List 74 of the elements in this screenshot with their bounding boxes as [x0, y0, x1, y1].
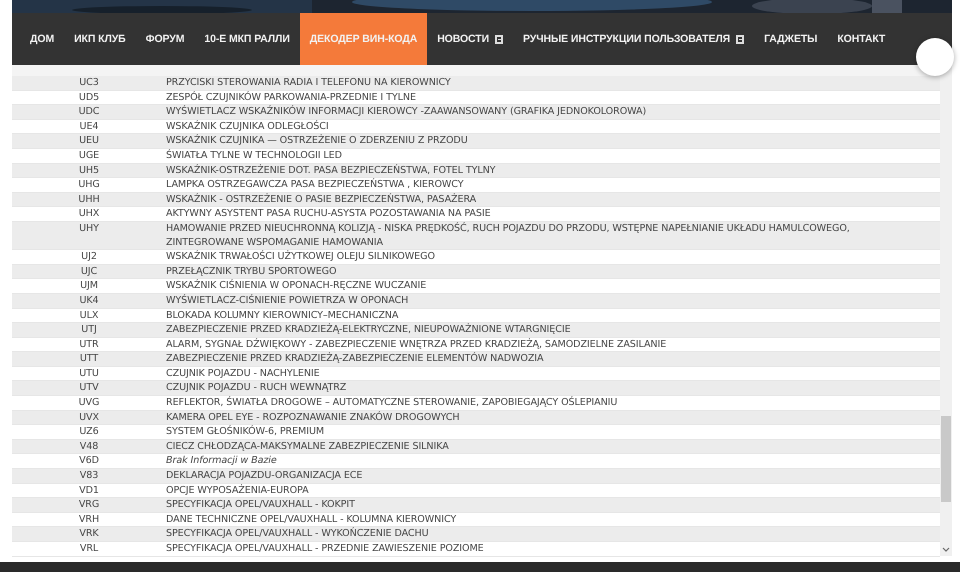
code-cell-text: UE4	[78, 120, 100, 134]
description-cell-text: WSKAŹNIK CZUJNIKA ODLEGŁOŚCI	[166, 120, 330, 134]
code-cell-text: UVG	[78, 396, 100, 410]
code-cell-text: UTV	[78, 381, 100, 396]
nav-tab[interactable]: КОНТАКТ	[827, 13, 896, 65]
description-cell-text: BLOKADA KOLUMNY KIEROWNICY–MECHANICZNA	[166, 308, 400, 322]
nav-tab[interactable]: ИКП КЛУБ	[64, 13, 136, 65]
description-cell-text: SPECYFIKACJA OPEL/VAUXHALL - WYKOŃCZENIE DACHU	[166, 527, 430, 541]
description-cell-text: ZABEZPIECZENIE PRZED KRADZIEŻĄ-ELEKTRYCZNE, NIEUPOWAŻNIONE WTARGNIĘCIE	[166, 323, 572, 337]
code-cell-text: ULX	[78, 308, 100, 322]
code-cell-text: UHX	[78, 207, 100, 221]
code-cell-text: UTR	[78, 338, 100, 352]
description-cell-text: WSKAŹNIK-OSTRZEŻENIE DOT. PASA BEZPIECZEŃSTWA, FOTEL TYLNY	[166, 164, 496, 178]
code-cell-text: UZ6	[78, 425, 100, 439]
description-cell-text: CIECZ CHŁODZĄCA-MAKSYMALNE ZABEZPIECZENIE SILNIKA	[166, 440, 450, 454]
code-cell-text: VRG	[78, 498, 100, 512]
code-cell-text: UGE	[78, 148, 100, 163]
description-cell-text: CZUJNIK POJAZDU - RUCH WEWNĄTRZ	[166, 381, 348, 396]
description-cell-text: WYŚWIETLACZ-CIŚNIENIE POWIETRZA W OPONACH	[166, 294, 410, 308]
code-cell-text: UJ2	[80, 250, 98, 264]
description-cell-text: ZESPÓŁ CZUJNIKÓW PARKOWANIA-PRZEDNIE I TYLNE	[166, 90, 417, 104]
code-cell-text: UTU	[78, 366, 100, 380]
nav-tab[interactable]: ФОРУМ	[136, 13, 194, 65]
code-cell-text: UK4	[78, 294, 100, 308]
description-cell-text: ŚWIATŁA TYLNE W TECHNOLOGII LED	[166, 148, 343, 163]
code-cell-text: UD5	[78, 90, 100, 104]
description-cell-text: KAMERA OPEL EYE - ROZPOZNAWANIE ZNAKÓW DROGOWYCH	[166, 410, 460, 424]
code-cell-text: UJC	[80, 264, 98, 278]
description-cell-text: HAMOWANIE PRZED NIEUCHRONNĄ KOLIZJĄ - NISKA PRĘDKOŚĆ, RUCH POJAZDU DO PRZODU, WSTĘPNE NAPEŁNIANIE UKŁADU HAMULCOWEGO, ZINTEGROWANE WSPOMAGANIE HAMOWANIA	[166, 222, 851, 250]
code-cell-text: VRL	[78, 542, 100, 556]
nav-tab[interactable]: 10-Е МКП РАЛЛИ	[194, 13, 300, 65]
code-cell-text: UVX	[78, 410, 100, 424]
code-cell-text: UTT	[78, 352, 100, 366]
description-cell-text: LAMPKA OSTRZEGAWCZA PASA BEZPIECZEŃSTWA , KIEROWCY	[166, 178, 464, 192]
code-cell-text: UTJ	[80, 323, 98, 337]
nav-tab[interactable]: ДОМ	[20, 13, 64, 65]
description-cell-text: OPCJE WYPOSAŻENIA-EUROPA	[166, 484, 310, 498]
code-cell-text: V83	[78, 469, 100, 483]
code-cell-text: UHY	[78, 222, 100, 236]
description-cell-text: ZABEZPIECZENIE PRZED KRADZIEŻĄ-ZABEZPIECZENIE ELEMENTÓW NADWOZIA	[166, 352, 545, 366]
code-cell-text: UDC	[78, 105, 100, 119]
description-cell-text: WSKAŹNIK CIŚNIENIA W OPONACH-RĘCZNE WUCZANIE	[166, 279, 428, 293]
description-cell-text: ALARM, SYGNAŁ DŹWIĘKOWY - ZABEZPIECZENIE WNĘTRZA PRZED KRADZIEŻĄ, SAMODZIELNE ZASILANIE	[166, 338, 668, 352]
description-cell-text: REFLEKTOR, ŚWIATŁA DROGOWE – AUTOMATYCZNE STEROWANIE, ZAPOBIEGAJĄCY OŚLEPIANIU	[166, 396, 618, 410]
description-cell-text: DEKLARACJA POJAZDU-ORGANIZACJA ECE	[166, 469, 364, 483]
code-cell-text: UH5	[78, 164, 100, 178]
code-cell-text: VRK	[78, 527, 100, 541]
description-cell-text: WSKAŹNIK CZUJNIKA — OSTRZEŻENIE O ZDERZENIU Z PRZODU	[166, 134, 469, 148]
description-cell-text: SYSTEM GŁOŚNIKÓW-6, PREMIUM	[166, 425, 326, 439]
nav-tab[interactable]: НОВОСТИ	[427, 13, 514, 65]
code-cell-text: VRH	[78, 512, 100, 526]
scrollbar-thumb[interactable]	[941, 416, 951, 502]
code-cell-text: V6D	[78, 454, 100, 468]
chevron-down-icon[interactable]	[942, 547, 950, 552]
description-cell-text: DANE TECHNICZNE OPEL/VAUXHALL - KOLUMNA KIEROWNICY	[166, 512, 458, 526]
description-cell-text: SPECYFIKACJA OPEL/VAUXHALL - KOKPIT	[166, 498, 356, 512]
description-cell-text: AKTYWNY ASYSTENT PASA RUCHU-ASYSTA POZOSTAWANIA NA PASIE	[166, 207, 492, 221]
code-cell-text: UC3	[78, 76, 100, 90]
description-cell-text: WSKAŹNIK TRWAŁOŚCI UŻYTKOWEJ OLEJU SILNIKOWEGO	[166, 250, 436, 264]
description-cell-text: PRZYCISKI STEROWANIA RADIA I TELEFONU NA KIEROWNICY	[166, 76, 452, 90]
description-cell-text: WSKAŹNIK - OSTRZEŻENIE O PASIE BEZPIECZEŃSTWA, PASAŻERA	[166, 192, 478, 206]
description-cell-text: Brak Informacji w Bazie	[166, 454, 278, 468]
code-cell-text: UHH	[77, 192, 101, 206]
code-cell-text: UJM	[79, 279, 99, 293]
code-cell-text: V48	[78, 440, 100, 454]
nav-tab[interactable]: РУЧНЫЕ ИНСТРУКЦИИ ПОЛЬЗОВАТЕЛЯ	[513, 13, 754, 65]
description-cell-text: WYŚWIETLACZ WSKAŹNIKÓW INFORMACJI KIEROWCY -ZAAWANSOWANY (GRAFIKA JEDNOKOLOROWA)	[166, 105, 648, 119]
description-cell-text: SPECYFIKACJA OPEL/VAUXHALL - PRZEDNIE ZAWIESZENIE POZIOME	[166, 542, 485, 556]
code-cell-text: UEU	[78, 134, 100, 148]
description-cell-text: CZUJNIK POJAZDU - NACHYLENIE	[166, 366, 321, 380]
nav-tab[interactable]: ГАДЖЕТЫ	[754, 13, 828, 65]
description-cell-text: PRZEŁĄCZNIK TRYBU SPORTOWEGO	[166, 264, 338, 278]
code-cell-text: UHG	[77, 178, 101, 192]
code-cell-text: VD1	[78, 484, 100, 498]
